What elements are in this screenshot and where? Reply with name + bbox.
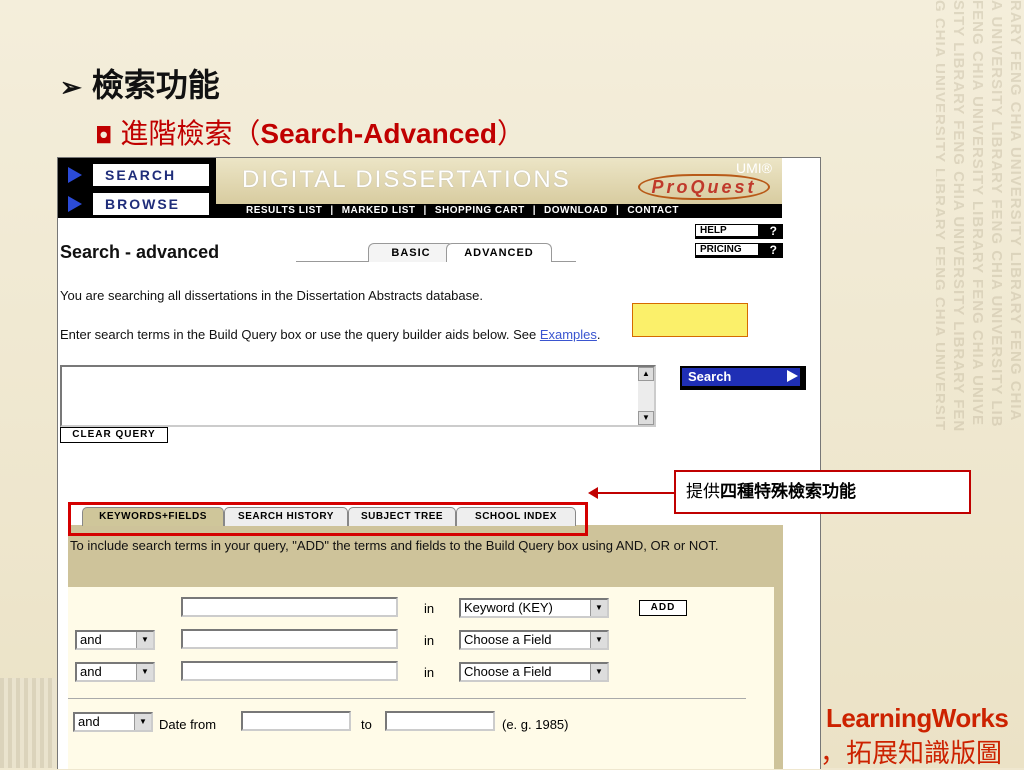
search-button[interactable]: Search: [680, 366, 806, 390]
question-icon: ?: [769, 224, 777, 238]
watermark-line: G CHIA UNIVERSITY LIBRARY FENG CHIA UNIV…: [936, 0, 948, 432]
chevron-down-icon: ▼: [590, 600, 607, 616]
banner: DIGITAL DISSERTATIONS UMI® ProQuest: [216, 158, 782, 204]
chevron-down-icon: ▼: [136, 632, 153, 648]
menu-contact[interactable]: CONTACT: [627, 204, 679, 218]
nav-browse-button[interactable]: BROWSE: [92, 192, 210, 216]
scroll-down-icon[interactable]: ▼: [638, 411, 654, 425]
builder-instructions: To include search terms in your query, "…: [70, 538, 719, 553]
menu-shopping-cart[interactable]: SHOPPING CART: [435, 204, 525, 218]
build-query-textarea[interactable]: ▲ ▼: [60, 365, 656, 427]
clear-query-button[interactable]: CLEAR QUERY: [60, 427, 168, 443]
menu-results-list[interactable]: RESULTS LIST: [246, 204, 322, 218]
scroll-up-icon[interactable]: ▲: [638, 367, 654, 381]
building-decoration: [0, 678, 56, 768]
operator-select-2-value: and: [80, 632, 102, 647]
play-arrow-icon: [68, 196, 82, 212]
date-example: (e. g. 1985): [502, 717, 569, 732]
date-to-label: to: [361, 717, 372, 732]
info-text-database: You are searching all dissertations in t…: [60, 288, 483, 303]
subtitle-cn: 進階檢索（: [120, 117, 261, 150]
menu-marked-list[interactable]: MARKED LIST: [342, 204, 416, 218]
scrollbar[interactable]: ▲ ▼: [638, 367, 654, 425]
pricing-label: PRICING: [696, 244, 758, 255]
term-input-2[interactable]: [181, 629, 398, 649]
field-select-2[interactable]: Choose a Field ▼: [459, 630, 609, 650]
chevron-down-icon: ▼: [590, 632, 607, 648]
callout-box: 提供四種特殊檢索功能: [674, 470, 971, 514]
pricing-button[interactable]: PRICING ?: [695, 243, 783, 258]
callout-bold: 四種特殊檢索功能: [720, 482, 856, 502]
operator-select-2[interactable]: and ▼: [75, 630, 155, 650]
arrow-bullet-icon: ➢: [60, 73, 82, 103]
field-select-2-value: Choose a Field: [464, 632, 552, 647]
field-select-1-value: Keyword (KEY): [464, 600, 553, 615]
chevron-down-icon: ▼: [590, 664, 607, 680]
field-select-3[interactable]: Choose a Field ▼: [459, 662, 609, 682]
menu-download[interactable]: DOWNLOAD: [544, 204, 608, 218]
tab-advanced[interactable]: ADVANCED: [446, 243, 552, 262]
date-to-input[interactable]: [385, 711, 495, 731]
operator-select-3[interactable]: and ▼: [75, 662, 155, 682]
watermark-line: SITY LIBRARY FENG CHIA UNIVERSITY LIBRAR…: [950, 0, 967, 433]
in-label: in: [424, 633, 435, 648]
field-select-3-value: Choose a Field: [464, 664, 552, 679]
chevron-down-icon: ▼: [134, 714, 151, 730]
field-select-1[interactable]: Keyword (KEY) ▼: [459, 598, 609, 618]
watermark-line: A UNIVERSITY LIBRARY FENG CHIA UNIVERSIT…: [988, 0, 1005, 428]
slide-subtitle: ◘ 進階檢索（Search-Advanced）: [95, 112, 525, 152]
bullet-icon: ◘: [95, 124, 113, 149]
umi-logo: UMI®: [736, 160, 772, 176]
in-label: in: [424, 601, 435, 616]
slide-title-text: 檢索功能: [91, 66, 220, 104]
proquest-logo: ProQuest: [638, 174, 770, 200]
callout-arrow: [592, 492, 674, 494]
question-icon: ?: [769, 243, 777, 257]
chevron-down-icon: ▼: [136, 664, 153, 680]
learningworks-logo: LearningWorks: [826, 703, 1009, 733]
watermark-line: RARY FENG CHIA UNIVERSITY LIBRARY FENG C…: [1007, 0, 1024, 422]
tab-basic[interactable]: BASIC: [368, 243, 454, 262]
form-divider: [68, 698, 746, 699]
page-heading: Search - advanced: [60, 242, 220, 262]
learningworks-slogan: ，拓展知識版圖: [820, 739, 1003, 769]
slide-title: ➢ 檢索功能: [60, 60, 220, 106]
play-arrow-icon: [787, 370, 798, 382]
top-menu: RESULTS LIST | MARKED LIST | SHOPPING CART | D…: [216, 204, 782, 218]
nav-search-button[interactable]: SEARCH: [92, 163, 210, 187]
watermark-line: FENG CHIA UNIVERSITY LIBRARY FENG CHIA U…: [969, 0, 986, 426]
info-text-instructions: Enter search terms in the Build Query bo…: [60, 327, 601, 342]
examples-link[interactable]: Examples: [540, 327, 597, 342]
term-input-3[interactable]: [181, 661, 398, 681]
in-label: in: [424, 665, 435, 680]
date-from-label: Date from: [159, 717, 217, 732]
banner-title: DIGITAL DISSERTATIONS: [242, 166, 571, 193]
subtitle-en: Search-Advanced: [260, 118, 497, 149]
subtitle-close: ）: [496, 117, 525, 150]
operator-select-date[interactable]: and ▼: [73, 712, 153, 732]
add-button[interactable]: ADD: [639, 600, 687, 616]
info-instructions-text: Enter search terms in the Build Query bo…: [60, 327, 540, 342]
play-arrow-icon: [68, 167, 82, 183]
info-instructions-end: .: [596, 327, 601, 342]
help-label: HELP: [696, 225, 758, 236]
date-from-input[interactable]: [241, 711, 351, 731]
watermark: RARY FENG CHIA UNIVERSITY LIBRARY FENG C…: [936, 0, 1024, 768]
highlight-box: [632, 303, 748, 337]
search-button-label: Search: [682, 368, 800, 386]
callout-prefix: 提供: [686, 482, 720, 502]
nav-box: SEARCH BROWSE: [58, 158, 216, 218]
operator-select-date-value: and: [78, 714, 100, 729]
operator-select-3-value: and: [80, 664, 102, 679]
term-input-1[interactable]: [181, 597, 398, 617]
help-button[interactable]: HELP ?: [695, 224, 783, 239]
arrow-left-icon: [588, 487, 598, 499]
browser-screenshot: SEARCH BROWSE DIGITAL DISSERTATIONS UMI®…: [57, 157, 821, 769]
tabs-highlight-box: [68, 502, 588, 536]
